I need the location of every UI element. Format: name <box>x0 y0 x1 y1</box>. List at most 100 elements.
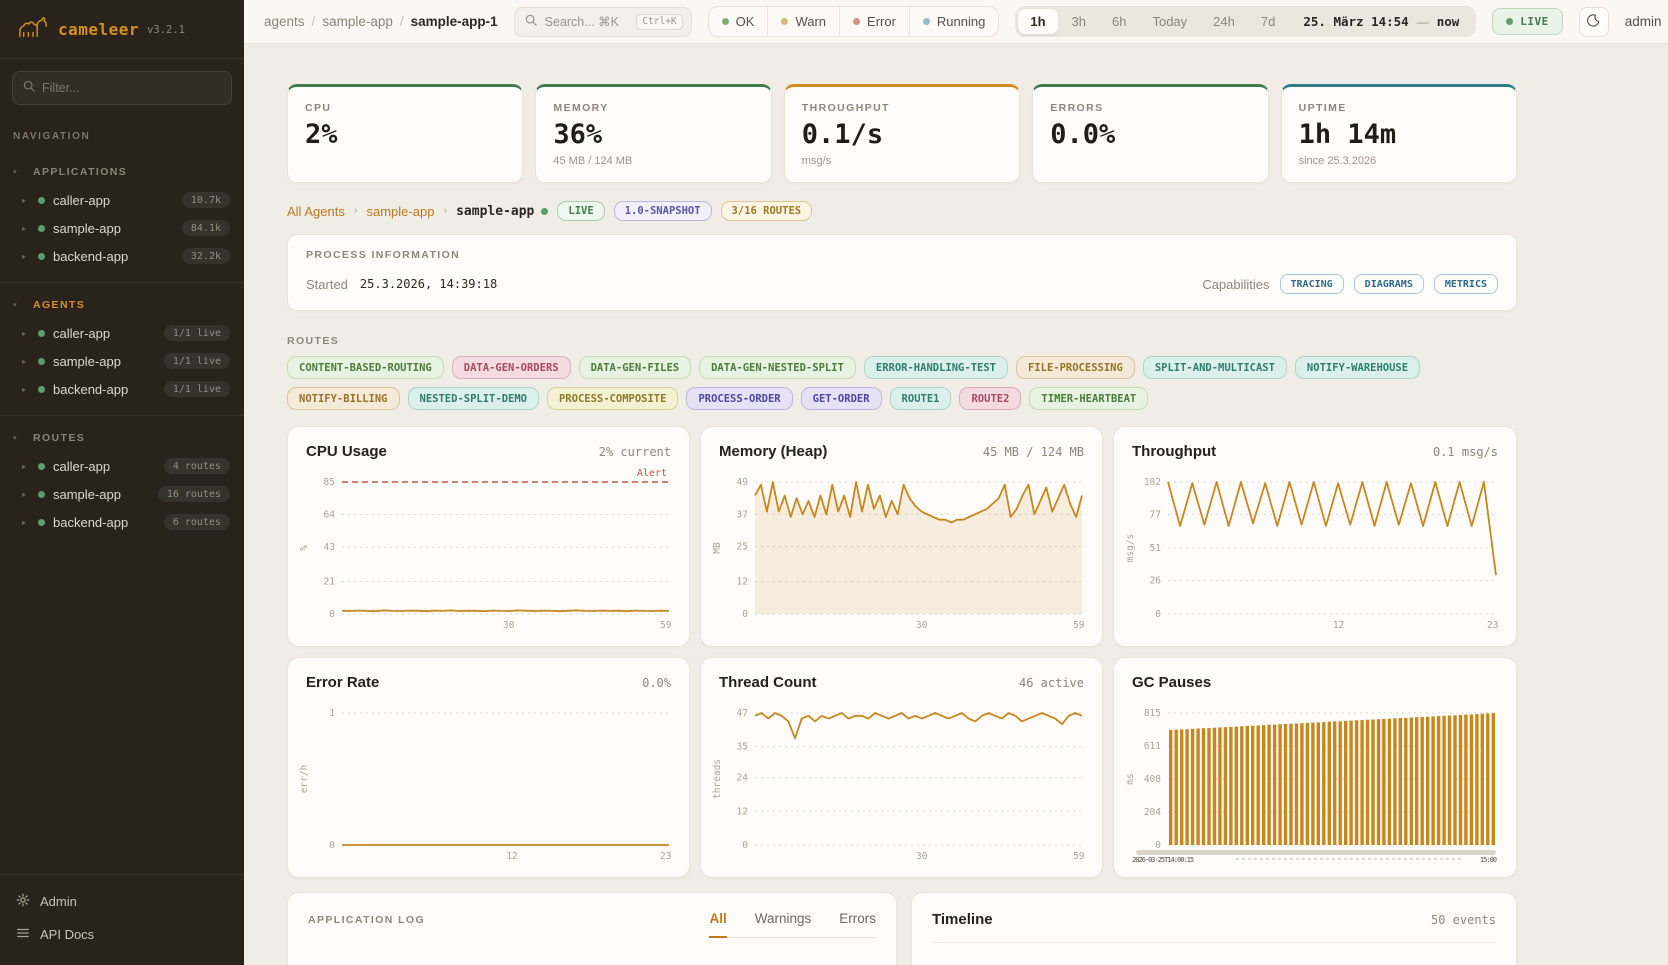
svg-text:0: 0 <box>329 840 335 851</box>
section-agents: ▾ AGENTS ▸ caller-app 1/1 live ▸ sample-… <box>0 282 244 415</box>
live-toggle[interactable]: LIVE <box>1492 8 1563 35</box>
date-range-display[interactable]: 25. März 14:54 — now <box>1289 14 1473 29</box>
logo-row[interactable]: cameleer v3.2.1 <box>0 0 244 59</box>
sample-app-link[interactable]: sample-app <box>367 204 435 219</box>
metric-sub: 45 MB / 124 MB <box>553 155 753 167</box>
filter-warn-button[interactable]: Warn <box>768 7 840 36</box>
date-range-start: 25. März 14:54 <box>1303 14 1408 29</box>
breadcrumb-sample-app[interactable]: sample-app <box>322 14 393 29</box>
section-header-agents[interactable]: ▾ AGENTS <box>0 293 244 319</box>
item-label: sample-app <box>53 354 121 369</box>
main-content: CPU 2% MEMORY 36% 45 MB / 124 MB THROUGH… <box>244 44 1668 965</box>
route-chip-nested-split-demo[interactable]: NESTED-SPLIT-DEMO <box>408 387 539 410</box>
route-chip-route2[interactable]: ROUTE2 <box>959 387 1021 410</box>
svg-text:MB: MB <box>712 542 723 554</box>
chevron-right-icon: ▸ <box>22 224 30 233</box>
breadcrumb-agents[interactable]: agents <box>264 14 305 29</box>
metric-card-errors: ERRORS 0.0% <box>1032 84 1268 183</box>
route-chip-process-order[interactable]: PROCESS-ORDER <box>686 387 792 410</box>
route-chip-file-processing[interactable]: FILE-PROCESSING <box>1016 356 1135 379</box>
section-header-routes[interactable]: ▾ ROUTES <box>0 426 244 452</box>
timeline-panel: Timeline 50 events <box>911 892 1517 965</box>
route-chip-split-and-multicast[interactable]: SPLIT-AND-MULTICAST <box>1143 356 1287 379</box>
svg-text:85: 85 <box>324 477 335 488</box>
route-chip-process-composite[interactable]: PROCESS-COMPOSITE <box>547 387 678 410</box>
memory-heap-plot: 4937251203059MB <box>709 466 1094 634</box>
sidebar-item-backend-app-routes[interactable]: ▸ backend-app 6 routes <box>0 508 244 536</box>
time-range-7d[interactable]: 7d <box>1249 9 1287 34</box>
route-chip-content-based-routing[interactable]: CONTENT-BASED-ROUTING <box>287 356 444 379</box>
search-shortcut-kbd: Ctrl+K <box>636 14 682 30</box>
svg-text:51: 51 <box>1150 543 1162 554</box>
sidebar-item-backend-app[interactable]: ▸ backend-app 32.2k <box>0 242 244 270</box>
svg-text:12: 12 <box>737 806 748 817</box>
sidebar-item-backend-app-agent[interactable]: ▸ backend-app 1/1 live <box>0 375 244 403</box>
route-chip-notify-warehouse[interactable]: NOTIFY-WAREHOUSE <box>1295 356 1420 379</box>
route-chip-data-gen-files[interactable]: DATA-GEN-FILES <box>579 356 692 379</box>
chevron-right-icon: ▸ <box>22 329 30 338</box>
dark-mode-toggle[interactable] <box>1579 7 1609 37</box>
capability-badge-diagrams: DIAGRAMS <box>1354 274 1424 294</box>
chevron-right-icon: ▸ <box>22 385 30 394</box>
global-search[interactable]: Search... ⌘K Ctrl+K <box>514 7 692 37</box>
tab-all[interactable]: All <box>709 911 726 938</box>
metric-card-cpu: CPU 2% <box>287 84 523 183</box>
route-chip-data-gen-orders[interactable]: DATA-GEN-ORDERS <box>452 356 571 379</box>
route-chip-data-gen-nested-split[interactable]: DATA-GEN-NESTED-SPLIT <box>699 356 856 379</box>
metric-label: UPTIME <box>1299 102 1499 114</box>
route-chip-error-handling-test[interactable]: ERROR-HANDLING-TEST <box>864 356 1008 379</box>
sidebar-item-caller-app-agent[interactable]: ▸ caller-app 1/1 live <box>0 319 244 347</box>
filter-running-button[interactable]: Running <box>910 7 998 36</box>
metric-value: 2% <box>305 121 505 148</box>
version-badge: 1.0-SNAPSHOT <box>614 201 712 221</box>
application-log-panel: APPLICATION LOG All Warnings Errors <box>287 892 897 965</box>
application-log-title: APPLICATION LOG <box>308 914 425 938</box>
svg-text:59: 59 <box>1073 620 1085 631</box>
route-chip-timer-heartbeat[interactable]: TIMER-HEARTBEAT <box>1029 387 1148 410</box>
time-range-6h[interactable]: 6h <box>1100 9 1138 34</box>
filter-error-button[interactable]: Error <box>840 7 910 36</box>
metric-card-uptime: UPTIME 1h 14m since 25.3.2026 <box>1281 84 1517 183</box>
sidebar-item-caller-app-routes[interactable]: ▸ caller-app 4 routes <box>0 452 244 480</box>
filter-ok-button[interactable]: OK <box>709 7 769 36</box>
svg-text:30: 30 <box>916 851 928 862</box>
api-docs-link[interactable]: API Docs <box>0 918 244 951</box>
sidebar-item-caller-app[interactable]: ▸ caller-app 10.7k <box>0 186 244 214</box>
route-chip-get-order[interactable]: GET-ORDER <box>801 387 882 410</box>
svg-text:msg/s: msg/s <box>1125 534 1136 563</box>
chart-error-rate: Error Rate0.0% 101223err/h <box>287 657 690 878</box>
svg-text:0: 0 <box>1155 840 1161 851</box>
metric-row: CPU 2% MEMORY 36% 45 MB / 124 MB THROUGH… <box>287 84 1517 183</box>
time-range-today[interactable]: Today <box>1140 9 1199 34</box>
sidebar-item-sample-app[interactable]: ▸ sample-app 84.1k <box>0 214 244 242</box>
time-range-24h[interactable]: 24h <box>1201 9 1247 34</box>
sidebar-item-sample-app-agent[interactable]: ▸ sample-app 1/1 live <box>0 347 244 375</box>
docs-icon <box>16 926 30 943</box>
svg-text:204: 204 <box>1144 807 1161 818</box>
time-range-3h[interactable]: 3h <box>1060 9 1098 34</box>
svg-text:1: 1 <box>329 708 335 719</box>
route-chip-route1[interactable]: ROUTE1 <box>890 387 952 410</box>
svg-text:77: 77 <box>1150 509 1161 520</box>
time-range-1h[interactable]: 1h <box>1018 9 1057 34</box>
all-agents-link[interactable]: All Agents <box>287 204 345 219</box>
chart-header-value: 45 MB / 124 MB <box>983 445 1084 459</box>
admin-label: Admin <box>40 894 77 909</box>
status-dot <box>38 519 45 526</box>
tab-errors[interactable]: Errors <box>839 911 876 938</box>
thread-count-plot: 4735241203059threads <box>709 697 1094 865</box>
section-header-applications[interactable]: ▾ APPLICATIONS <box>0 160 244 186</box>
admin-link[interactable]: Admin <box>0 885 244 918</box>
status-dot <box>38 330 45 337</box>
svg-text:102: 102 <box>1144 477 1161 488</box>
metric-label: THROUGHPUT <box>802 102 1002 114</box>
filter-input[interactable] <box>42 81 221 95</box>
route-chip-notify-billing[interactable]: NOTIFY-BILLING <box>287 387 400 410</box>
chart-title: Memory (Heap) <box>719 443 827 460</box>
chart-header-value: 0.0% <box>642 676 671 690</box>
svg-text:43: 43 <box>324 542 335 553</box>
tab-warnings[interactable]: Warnings <box>755 911 812 938</box>
sidebar-item-sample-app-routes[interactable]: ▸ sample-app 16 routes <box>0 480 244 508</box>
sidebar-filter[interactable] <box>12 71 232 105</box>
bottom-row: APPLICATION LOG All Warnings Errors Time… <box>287 892 1517 965</box>
